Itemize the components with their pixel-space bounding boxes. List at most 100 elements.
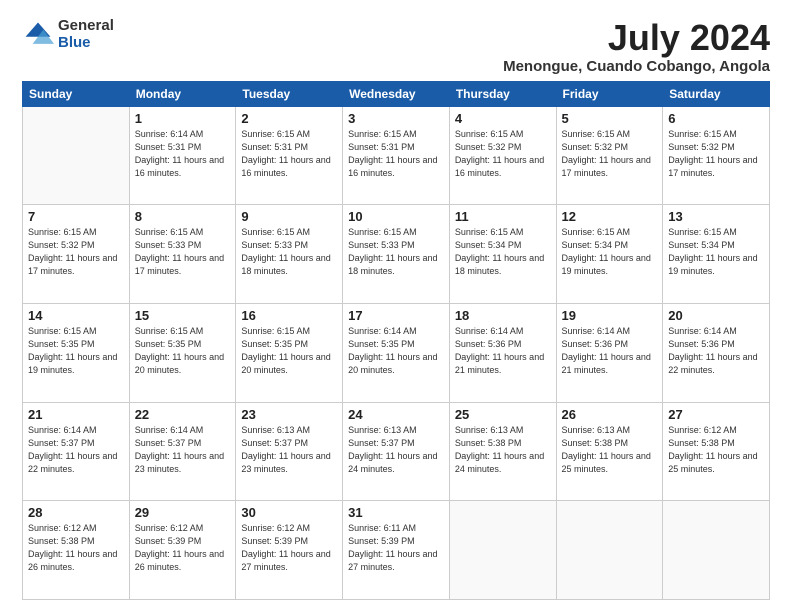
day-info: Sunrise: 6:15 AMSunset: 5:35 PMDaylight:… [241, 325, 337, 377]
logo-blue-text: Blue [58, 35, 114, 52]
calendar-week-row: 1 Sunrise: 6:14 AMSunset: 5:31 PMDaylight… [23, 106, 770, 205]
day-number: 8 [135, 209, 231, 224]
col-monday: Monday [129, 81, 236, 106]
table-row: 14 Sunrise: 6:15 AMSunset: 5:35 PMDayligh… [23, 303, 130, 402]
table-row: 26Sunrise: 6:13 AMSunset: 5:38 PMDayligh… [556, 402, 663, 501]
table-row: 22 Sunrise: 6:14 AMSunset: 5:37 PMDayligh… [129, 402, 236, 501]
table-row: 21 Sunrise: 6:14 AMSunset: 5:37 PMDayligh… [23, 402, 130, 501]
table-row: 9 Sunrise: 6:15 AMSunset: 5:33 PMDaylight… [236, 205, 343, 304]
day-info: Sunrise: 6:15 AMSunset: 5:34 PMDaylight:… [668, 226, 764, 278]
day-number: 23 [241, 407, 337, 422]
col-saturday: Saturday [663, 81, 770, 106]
day-info: Sunrise: 6:13 AMSunset: 5:38 PMDaylight:… [455, 424, 551, 476]
table-row [23, 106, 130, 205]
table-row: 31 Sunrise: 6:11 AMSunset: 5:39 PMDayligh… [343, 501, 450, 600]
day-info: Sunrise: 6:11 AMSunset: 5:39 PMDaylight:… [348, 522, 444, 574]
table-row: 20 Sunrise: 6:14 AMSunset: 5:36 PMDayligh… [663, 303, 770, 402]
day-info: Sunrise: 6:14 AMSunset: 5:36 PMDaylight:… [562, 325, 658, 377]
day-info: Sunrise: 6:12 AMSunset: 5:39 PMDaylight:… [135, 522, 231, 574]
table-row: 16 Sunrise: 6:15 AMSunset: 5:35 PMDayligh… [236, 303, 343, 402]
day-number: 15 [135, 308, 231, 323]
day-info: Sunrise: 6:15 AMSunset: 5:32 PMDaylight:… [668, 128, 764, 180]
day-info: Sunrise: 6:15 AMSunset: 5:35 PMDaylight:… [135, 325, 231, 377]
day-info: Sunrise: 6:15 AMSunset: 5:31 PMDaylight:… [348, 128, 444, 180]
day-info: Sunrise: 6:15 AMSunset: 5:34 PMDaylight:… [562, 226, 658, 278]
calendar-table: Sunday Monday Tuesday Wednesday Thursday… [22, 81, 770, 600]
table-row: 25 Sunrise: 6:13 AMSunset: 5:38 PMDayligh… [449, 402, 556, 501]
day-number: 9 [241, 209, 337, 224]
day-info: Sunrise: 6:12 AMSunset: 5:38 PMDaylight:… [668, 424, 764, 476]
day-info: Sunrise: 6:15 AMSunset: 5:33 PMDaylight:… [241, 226, 337, 278]
col-thursday: Thursday [449, 81, 556, 106]
day-number: 24 [348, 407, 444, 422]
table-row: 17Sunrise: 6:14 AMSunset: 5:35 PMDayligh… [343, 303, 450, 402]
calendar-header-row: Sunday Monday Tuesday Wednesday Thursday… [23, 81, 770, 106]
table-row: 10Sunrise: 6:15 AMSunset: 5:33 PMDayligh… [343, 205, 450, 304]
table-row: 6Sunrise: 6:15 AMSunset: 5:32 PMDaylight… [663, 106, 770, 205]
day-info: Sunrise: 6:14 AMSunset: 5:31 PMDaylight:… [135, 128, 231, 180]
table-row: 23 Sunrise: 6:13 AMSunset: 5:37 PMDayligh… [236, 402, 343, 501]
table-row: 29 Sunrise: 6:12 AMSunset: 5:39 PMDayligh… [129, 501, 236, 600]
day-number: 7 [28, 209, 124, 224]
day-number: 5 [562, 111, 658, 126]
day-info: Sunrise: 6:15 AMSunset: 5:33 PMDaylight:… [135, 226, 231, 278]
day-number: 16 [241, 308, 337, 323]
table-row: 8 Sunrise: 6:15 AMSunset: 5:33 PMDaylight… [129, 205, 236, 304]
table-row: 5Sunrise: 6:15 AMSunset: 5:32 PMDaylight… [556, 106, 663, 205]
day-info: Sunrise: 6:14 AMSunset: 5:36 PMDaylight:… [668, 325, 764, 377]
day-number: 25 [455, 407, 551, 422]
logo: General Blue [22, 18, 114, 51]
day-info: Sunrise: 6:15 AMSunset: 5:35 PMDaylight:… [28, 325, 124, 377]
table-row: 13Sunrise: 6:15 AMSunset: 5:34 PMDayligh… [663, 205, 770, 304]
day-info: Sunrise: 6:14 AMSunset: 5:37 PMDaylight:… [135, 424, 231, 476]
day-info: Sunrise: 6:13 AMSunset: 5:38 PMDaylight:… [562, 424, 658, 476]
table-row: 1 Sunrise: 6:14 AMSunset: 5:31 PMDaylight… [129, 106, 236, 205]
col-wednesday: Wednesday [343, 81, 450, 106]
day-number: 11 [455, 209, 551, 224]
day-info: Sunrise: 6:14 AMSunset: 5:37 PMDaylight:… [28, 424, 124, 476]
day-number: 29 [135, 505, 231, 520]
logo-icon [22, 19, 54, 51]
day-info: Sunrise: 6:15 AMSunset: 5:34 PMDaylight:… [455, 226, 551, 278]
table-row: 11 Sunrise: 6:15 AMSunset: 5:34 PMDayligh… [449, 205, 556, 304]
col-sunday: Sunday [23, 81, 130, 106]
col-friday: Friday [556, 81, 663, 106]
day-info: Sunrise: 6:15 AMSunset: 5:31 PMDaylight:… [241, 128, 337, 180]
day-number: 4 [455, 111, 551, 126]
day-number: 22 [135, 407, 231, 422]
day-number: 1 [135, 111, 231, 126]
day-info: Sunrise: 6:15 AMSunset: 5:32 PMDaylight:… [28, 226, 124, 278]
table-row: 28Sunrise: 6:12 AMSunset: 5:38 PMDayligh… [23, 501, 130, 600]
calendar-week-row: 28Sunrise: 6:12 AMSunset: 5:38 PMDayligh… [23, 501, 770, 600]
day-number: 31 [348, 505, 444, 520]
table-row: 27 Sunrise: 6:12 AMSunset: 5:38 PMDayligh… [663, 402, 770, 501]
calendar-week-row: 21 Sunrise: 6:14 AMSunset: 5:37 PMDayligh… [23, 402, 770, 501]
table-row: 24 Sunrise: 6:13 AMSunset: 5:37 PMDayligh… [343, 402, 450, 501]
logo-general-text: General [58, 18, 114, 35]
table-row [449, 501, 556, 600]
col-tuesday: Tuesday [236, 81, 343, 106]
table-row: 15 Sunrise: 6:15 AMSunset: 5:35 PMDayligh… [129, 303, 236, 402]
day-number: 28 [28, 505, 124, 520]
day-number: 10 [348, 209, 444, 224]
calendar-week-row: 14 Sunrise: 6:15 AMSunset: 5:35 PMDayligh… [23, 303, 770, 402]
table-row: 18 Sunrise: 6:14 AMSunset: 5:36 PMDayligh… [449, 303, 556, 402]
day-number: 27 [668, 407, 764, 422]
day-number: 20 [668, 308, 764, 323]
day-number: 21 [28, 407, 124, 422]
day-number: 14 [28, 308, 124, 323]
day-number: 18 [455, 308, 551, 323]
day-info: Sunrise: 6:13 AMSunset: 5:37 PMDaylight:… [241, 424, 337, 476]
day-info: Sunrise: 6:14 AMSunset: 5:36 PMDaylight:… [455, 325, 551, 377]
day-number: 30 [241, 505, 337, 520]
table-row: 4Sunrise: 6:15 AMSunset: 5:32 PMDaylight… [449, 106, 556, 205]
table-row [663, 501, 770, 600]
table-row: 3Sunrise: 6:15 AMSunset: 5:31 PMDaylight… [343, 106, 450, 205]
table-row: 30 Sunrise: 6:12 AMSunset: 5:39 PMDayligh… [236, 501, 343, 600]
day-number: 19 [562, 308, 658, 323]
day-info: Sunrise: 6:13 AMSunset: 5:37 PMDaylight:… [348, 424, 444, 476]
location-title: Menongue, Cuando Cobango, Angola [503, 58, 770, 75]
month-title: July 2024 [503, 18, 770, 58]
table-row [556, 501, 663, 600]
day-info: Sunrise: 6:12 AMSunset: 5:39 PMDaylight:… [241, 522, 337, 574]
